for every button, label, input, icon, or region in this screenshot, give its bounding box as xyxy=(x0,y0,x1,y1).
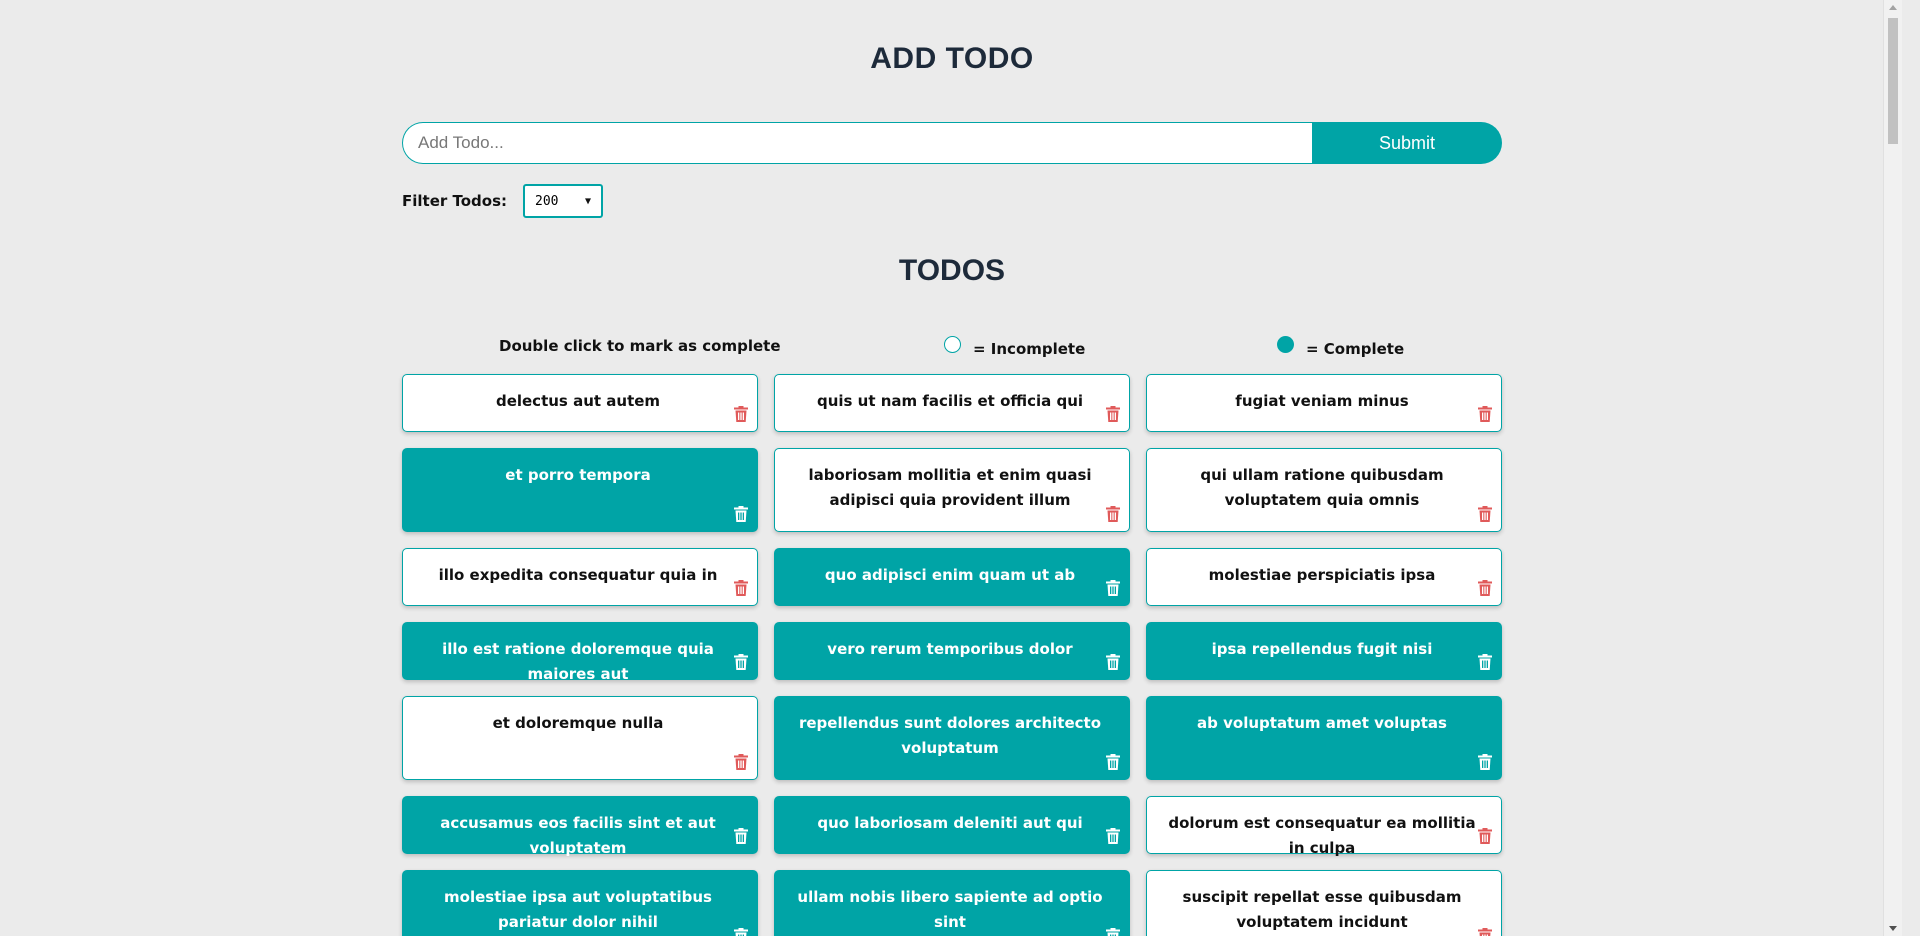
todo-title: molestiae perspiciatis ipsa xyxy=(1208,566,1436,584)
trash-icon[interactable] xyxy=(1106,506,1120,522)
todo-title: accusamus eos facilis sint et aut volupt… xyxy=(440,814,716,857)
legend-hint: Double click to mark as complete xyxy=(499,337,781,355)
trash-icon[interactable] xyxy=(734,580,748,596)
trash-icon[interactable] xyxy=(734,754,748,770)
todo-item[interactable]: dolorum est consequatur ea mollitia in c… xyxy=(1146,796,1502,857)
todo-item[interactable]: quis ut nam facilis et officia qui xyxy=(774,374,1130,432)
todo-title: fugiat veniam minus xyxy=(1235,392,1409,410)
todo-title: quis ut nam facilis et officia qui xyxy=(816,392,1084,410)
add-todo-form: Submit xyxy=(402,122,1502,164)
trash-icon[interactable] xyxy=(1106,406,1120,422)
todo-title: ab voluptatum amet voluptas xyxy=(1197,714,1447,732)
legend-incomplete: = Incomplete xyxy=(944,330,1085,358)
filter-label: Filter Todos: xyxy=(402,192,508,210)
trash-icon[interactable] xyxy=(1106,828,1120,844)
filter-selected-value: 200 xyxy=(535,193,559,209)
todo-item[interactable]: quo laboriosam deleniti aut qui xyxy=(774,796,1130,854)
todo-item[interactable]: accusamus eos facilis sint et aut volupt… xyxy=(402,796,758,857)
page-title: ADD TODO xyxy=(870,42,1034,75)
todo-item[interactable]: illo expedita consequatur quia in xyxy=(402,548,758,606)
trash-icon[interactable] xyxy=(1478,754,1492,770)
todo-title: vero rerum temporibus dolor xyxy=(827,640,1073,658)
trash-icon[interactable] xyxy=(1106,580,1120,596)
todo-item[interactable]: ipsa repellendus fugit nisi xyxy=(1146,622,1502,680)
scroll-up-arrow-icon[interactable] xyxy=(1889,5,1897,10)
legend-complete: = Complete xyxy=(1277,330,1404,358)
legend-incomplete-label: = Incomplete xyxy=(973,340,1086,358)
trash-icon[interactable] xyxy=(734,506,748,522)
submit-button[interactable]: Submit xyxy=(1312,122,1502,164)
todo-title: qui ullam ratione quibusdam voluptatem q… xyxy=(1200,466,1444,509)
todo-title: repellendus sunt dolores architecto volu… xyxy=(798,714,1101,757)
todo-title: et doloremque nulla xyxy=(492,714,664,732)
todo-title: ullam nobis libero sapiente ad optio sin… xyxy=(797,888,1103,931)
todo-title: quo laboriosam deleniti aut qui xyxy=(817,814,1083,832)
legend: Double click to mark as complete = Incom… xyxy=(402,330,1502,360)
todo-item[interactable]: ab voluptatum amet voluptas xyxy=(1146,696,1502,780)
scroll-down-arrow-icon[interactable] xyxy=(1889,926,1897,931)
todo-title: laboriosam mollitia et enim quasi adipis… xyxy=(808,466,1092,509)
trash-icon[interactable] xyxy=(1478,828,1492,844)
trash-icon[interactable] xyxy=(1478,506,1492,522)
todos-title: TODOS xyxy=(898,254,1006,287)
todo-item[interactable]: repellendus sunt dolores architecto volu… xyxy=(774,696,1130,780)
todo-title: illo est ratione doloremque quia maiores… xyxy=(442,640,714,683)
filter-row: Filter Todos: 200 ▼ xyxy=(402,184,604,218)
todo-item[interactable]: ullam nobis libero sapiente ad optio sin… xyxy=(774,870,1130,936)
add-todo-input[interactable] xyxy=(402,122,1312,164)
trash-icon[interactable] xyxy=(1106,928,1120,936)
todo-item[interactable]: et porro tempora xyxy=(402,448,758,532)
todo-title: et porro tempora xyxy=(505,466,651,484)
trash-icon[interactable] xyxy=(1106,654,1120,670)
trash-icon[interactable] xyxy=(734,654,748,670)
todo-item[interactable]: suscipit repellat esse quibusdam volupta… xyxy=(1146,870,1502,936)
todo-item[interactable]: vero rerum temporibus dolor xyxy=(774,622,1130,680)
filter-select[interactable]: 200 ▼ xyxy=(523,184,604,218)
todo-item[interactable]: quo adipisci enim quam ut ab xyxy=(774,548,1130,606)
todo-item[interactable]: delectus aut autem xyxy=(402,374,758,432)
incomplete-circle-icon xyxy=(944,335,961,353)
todo-item[interactable]: et doloremque nulla xyxy=(402,696,758,780)
todo-item[interactable]: molestiae ipsa aut voluptatibus pariatur… xyxy=(402,870,758,936)
todo-title: dolorum est consequatur ea mollitia in c… xyxy=(1168,814,1476,857)
trash-icon[interactable] xyxy=(734,928,748,936)
todo-grid: delectus aut autem quis ut nam facilis et… xyxy=(402,374,1502,936)
todo-title: quo adipisci enim quam ut ab xyxy=(824,566,1076,584)
trash-icon[interactable] xyxy=(1478,406,1492,422)
trash-icon[interactable] xyxy=(1478,580,1492,596)
complete-circle-icon xyxy=(1277,335,1294,353)
todo-title: illo expedita consequatur quia in xyxy=(438,566,718,584)
vertical-scrollbar[interactable] xyxy=(1883,0,1902,936)
todo-item[interactable]: laboriosam mollitia et enim quasi adipis… xyxy=(774,448,1130,532)
legend-complete-label: = Complete xyxy=(1306,340,1405,358)
todo-item[interactable]: fugiat veniam minus xyxy=(1146,374,1502,432)
todo-title: molestiae ipsa aut voluptatibus pariatur… xyxy=(444,888,712,931)
todo-title: suscipit repellat esse quibusdam volupta… xyxy=(1182,888,1462,931)
todo-item[interactable]: illo est ratione doloremque quia maiores… xyxy=(402,622,758,683)
page: ADD TODO Submit Filter Todos: 200 ▼ TODO… xyxy=(0,0,1902,936)
todo-item[interactable]: qui ullam ratione quibusdam voluptatem q… xyxy=(1146,448,1502,532)
trash-icon[interactable] xyxy=(734,828,748,844)
trash-icon[interactable] xyxy=(734,406,748,422)
todo-title: delectus aut autem xyxy=(495,392,661,410)
todo-item[interactable]: molestiae perspiciatis ipsa xyxy=(1146,548,1502,606)
trash-icon[interactable] xyxy=(1106,754,1120,770)
chevron-down-icon: ▼ xyxy=(584,195,592,207)
scrollbar-thumb[interactable] xyxy=(1888,18,1898,144)
todo-title: ipsa repellendus fugit nisi xyxy=(1211,640,1433,658)
trash-icon[interactable] xyxy=(1478,654,1492,670)
trash-icon[interactable] xyxy=(1478,928,1492,936)
